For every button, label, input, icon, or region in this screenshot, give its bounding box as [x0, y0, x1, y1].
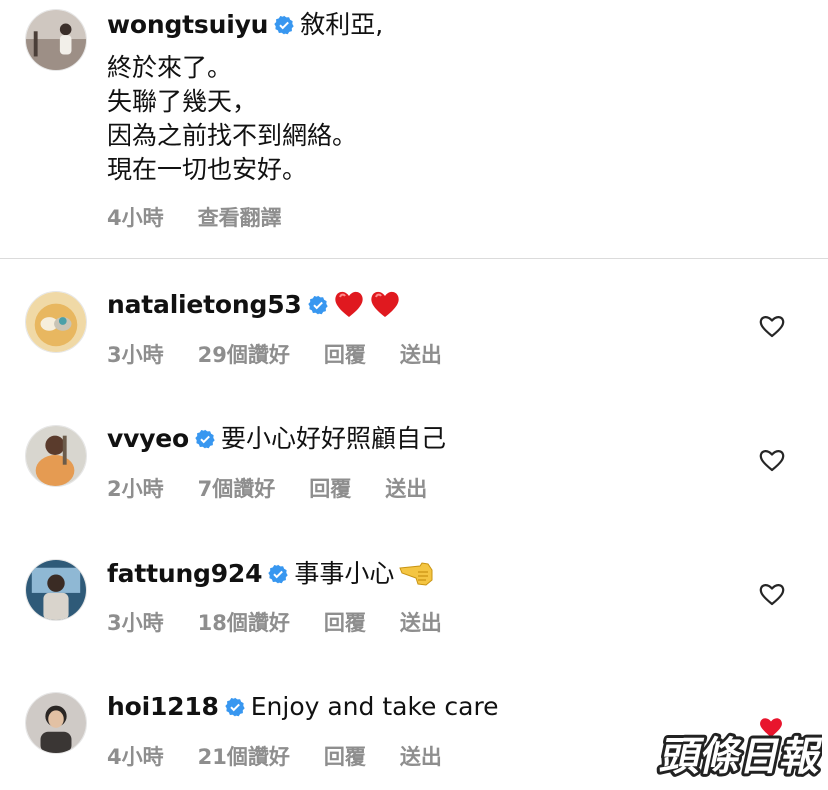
comment-username[interactable]: natalietong53: [107, 290, 302, 319]
post-meta: 4小時 查看翻譯: [107, 202, 316, 232]
comment-avatar[interactable]: [25, 291, 87, 353]
caption-line: 敘利亞,: [300, 10, 384, 39]
verified-badge-icon: [274, 15, 294, 35]
comment-text: 事事小心: [294, 559, 395, 588]
comment-meta: 3小時 18個讚好 回覆 送出: [107, 607, 476, 637]
send-button[interactable]: 送出: [400, 611, 442, 635]
reply-button[interactable]: 回覆: [324, 745, 366, 769]
reply-button[interactable]: 回覆: [309, 477, 351, 501]
comment-username[interactable]: vvyeo: [107, 424, 189, 453]
post-caption: wongtsuiyu 敘利亞, 終於來了。 失聯了幾天， 因為之前找不到網絡。 現…: [0, 0, 828, 258]
comment-text: 要小心好好照顧自己: [221, 424, 447, 453]
comment-username[interactable]: hoi1218: [107, 692, 219, 721]
post-username[interactable]: wongtsuiyu: [107, 10, 268, 39]
heart-outline-icon[interactable]: [759, 448, 785, 472]
comment-time: 2小時: [107, 477, 164, 501]
send-button[interactable]: 送出: [400, 343, 442, 367]
pointing-hand-emoji: [399, 562, 433, 586]
see-translation-button[interactable]: 查看翻譯: [198, 206, 282, 230]
reply-button[interactable]: 回覆: [324, 611, 366, 635]
comment-time: 3小時: [107, 343, 164, 367]
likes-count[interactable]: 7個讚好: [198, 477, 276, 501]
heart-outline-icon[interactable]: [759, 582, 785, 606]
caption-line: 現在一切也安好。: [107, 155, 308, 184]
comment-meta: 4小時 21個讚好 回覆 送出: [107, 741, 476, 771]
likes-count[interactable]: 29個讚好: [198, 343, 290, 367]
caption-line: 失聯了幾天，: [107, 87, 258, 116]
verified-badge-icon: [268, 564, 289, 584]
comment-time: 3小時: [107, 611, 164, 635]
verified-badge-icon: [195, 429, 215, 449]
comment-meta: 3小時 29個讚好 回覆 送出: [107, 339, 476, 369]
post-author-avatar[interactable]: [25, 9, 87, 71]
comment-avatar[interactable]: [25, 692, 87, 754]
red-heart-emoji: [370, 291, 399, 317]
comment-text: Enjoy and take care: [250, 692, 499, 721]
verified-badge-icon: [307, 295, 328, 315]
send-button[interactable]: 送出: [400, 745, 442, 769]
comment-avatar[interactable]: [25, 559, 87, 621]
divider: [0, 258, 828, 259]
verified-badge-icon: [225, 697, 245, 717]
caption-body: 終於來了。 失聯了幾天， 因為之前找不到網絡。 現在一切也安好。: [107, 51, 357, 187]
caption-line: 因為之前找不到網絡。: [107, 121, 358, 150]
heart-outline-icon[interactable]: [759, 314, 785, 338]
svg-text:頭條日報: 頭條日報: [656, 732, 822, 779]
send-button[interactable]: 送出: [385, 477, 427, 501]
caption-line: 終於來了。: [107, 53, 233, 82]
comment-avatar[interactable]: [25, 425, 87, 487]
red-heart-emoji: [334, 291, 363, 317]
comment-meta: 2小時 7個讚好 回覆 送出: [107, 473, 461, 503]
comment-time: 4小時: [107, 745, 164, 769]
reply-button[interactable]: 回覆: [324, 343, 366, 367]
comment-username[interactable]: fattung924: [107, 559, 263, 588]
likes-count[interactable]: 21個讚好: [198, 745, 290, 769]
likes-count[interactable]: 18個讚好: [198, 611, 290, 635]
post-time: 4小時: [107, 206, 164, 230]
watermark-logo: 頭條日報: [653, 729, 822, 780]
